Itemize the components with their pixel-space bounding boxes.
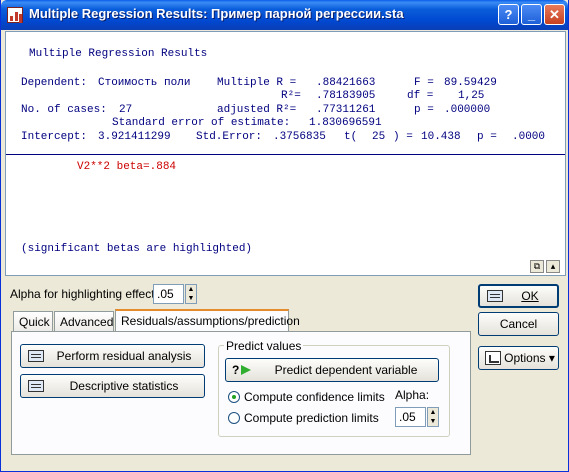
intercept-p-label: p = [477, 131, 497, 143]
intercept-p-value: .0000 [512, 131, 546, 143]
t-df-value: 25 [372, 131, 386, 143]
app-chart-icon [7, 7, 23, 23]
tab-advanced[interactable]: Advanced [54, 311, 114, 332]
intercept-se-value: .3756835 [273, 131, 326, 143]
minimize-button[interactable]: _ [521, 4, 542, 25]
r2-value: .78183905 [316, 90, 376, 102]
t-value: 10.438 [421, 131, 461, 143]
confidence-limits-radio[interactable] [228, 391, 240, 403]
results-output-pane: Multiple Regression Results Dependent: С… [5, 31, 566, 276]
expand-up-icon[interactable]: ▴ [546, 260, 560, 273]
copy-icon[interactable]: ⧉ [530, 260, 544, 273]
results-heading: Multiple Regression Results [29, 48, 208, 60]
intercept-value: 3.921411299 [98, 131, 171, 143]
dependent-value: Стоимость поли [98, 77, 191, 89]
p-value: .000000 [444, 104, 491, 116]
f-label: F = [414, 77, 434, 89]
tab-residuals[interactable]: Residuals/assumptions/prediction [115, 309, 300, 333]
descriptive-stats-button[interactable]: Descriptive statistics [20, 374, 205, 398]
predict-arrow-icon: ? [232, 363, 254, 377]
t-equals: ) = [393, 131, 413, 143]
spin-up-icon[interactable]: ▲ [186, 285, 196, 294]
alpha-highlight-input[interactable]: .05 [153, 284, 184, 304]
intercept-label: Intercept: [21, 131, 88, 143]
cases-value: 27 [119, 104, 133, 116]
df-label: df = [407, 90, 434, 102]
window-title: Multiple Regression Results: Пример парн… [29, 6, 404, 21]
ok-button[interactable]: OK [478, 284, 559, 308]
significance-footnote: (significant betas are highlighted) [21, 243, 253, 255]
predict-values-title: Predict values [224, 339, 304, 353]
adj-r2-label: adjusted R²= [217, 104, 297, 116]
adj-r2-value: .77311261 [316, 104, 376, 116]
alpha-label: Alpha: [395, 388, 430, 402]
t-label: t( [344, 131, 358, 143]
options-icon [485, 351, 501, 365]
intercept-se-label: Std.Error: [196, 131, 263, 143]
alpha-stepper[interactable]: ▲ ▼ [427, 407, 439, 427]
df-value: 1,25 [458, 90, 485, 102]
perform-residual-button[interactable]: Perform residual analysis [20, 344, 205, 368]
residual-table-icon [28, 350, 44, 362]
title-bar[interactable]: Multiple Regression Results: Пример парн… [1, 0, 568, 30]
options-button[interactable]: Options ▾ [478, 346, 559, 370]
close-button[interactable]: ✕ [544, 4, 565, 25]
tab-quick[interactable]: Quick [13, 311, 53, 332]
alpha-highlight-stepper[interactable]: ▲ ▼ [185, 284, 197, 304]
spin-up-icon[interactable]: ▲ [428, 408, 438, 417]
output-divider [6, 154, 565, 155]
f-value: 89.59429 [444, 77, 497, 89]
help-button[interactable]: ? [498, 4, 519, 25]
dependent-label: Dependent: [21, 77, 88, 89]
p-label: p = [414, 104, 434, 116]
stats-table-icon [28, 380, 44, 392]
regression-results-window: Multiple Regression Results: Пример парн… [0, 0, 569, 472]
beta-highlight-line: V2**2 beta=.884 [77, 161, 177, 173]
multiple-r-value: .88421663 [316, 77, 376, 89]
r2-label: R²= [281, 90, 301, 102]
prediction-limits-radio[interactable] [228, 412, 240, 424]
alpha-input[interactable]: .05 [395, 407, 426, 427]
confidence-limits-label[interactable]: Compute confidence limits [244, 390, 385, 404]
spin-down-icon[interactable]: ▼ [186, 294, 196, 303]
prediction-limits-label[interactable]: Compute prediction limits [244, 411, 379, 425]
ok-table-icon [487, 290, 503, 302]
spin-down-icon[interactable]: ▼ [428, 417, 438, 426]
std-err-label: Standard error of estimate: [112, 117, 291, 129]
multiple-r-label: Multiple R = [217, 77, 297, 89]
alpha-highlight-label: Alpha for highlighting effects: [10, 287, 164, 301]
predict-dependent-button[interactable]: ? Predict dependent variable [225, 358, 439, 382]
cancel-button[interactable]: Cancel [478, 312, 559, 336]
std-err-value: 1.830696591 [309, 117, 382, 129]
cases-label: No. of cases: [21, 104, 107, 116]
